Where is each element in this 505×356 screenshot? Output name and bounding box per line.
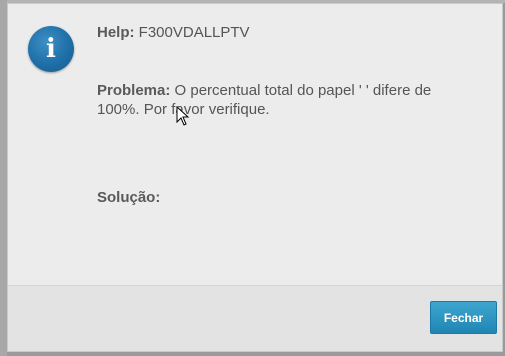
solution-label: Solução: bbox=[97, 189, 161, 206]
info-icon: i bbox=[28, 26, 74, 72]
mouse-cursor-icon bbox=[176, 106, 190, 126]
help-label: Help: bbox=[97, 24, 135, 41]
dialog-footer: Fechar bbox=[8, 285, 502, 351]
close-button[interactable]: Fechar bbox=[430, 301, 497, 334]
help-code: F300VDALLPTV bbox=[138, 24, 250, 41]
problem-label: Problema: bbox=[97, 82, 171, 99]
solution-line: Solução: bbox=[97, 188, 467, 207]
problem-line: Problema: O percentual total do papel ' … bbox=[97, 81, 467, 119]
help-line: Help: F300VDALLPTV bbox=[97, 23, 487, 42]
help-dialog: i Help: F300VDALLPTV Problema: O percent… bbox=[7, 3, 503, 352]
background-left-strip bbox=[0, 0, 7, 356]
